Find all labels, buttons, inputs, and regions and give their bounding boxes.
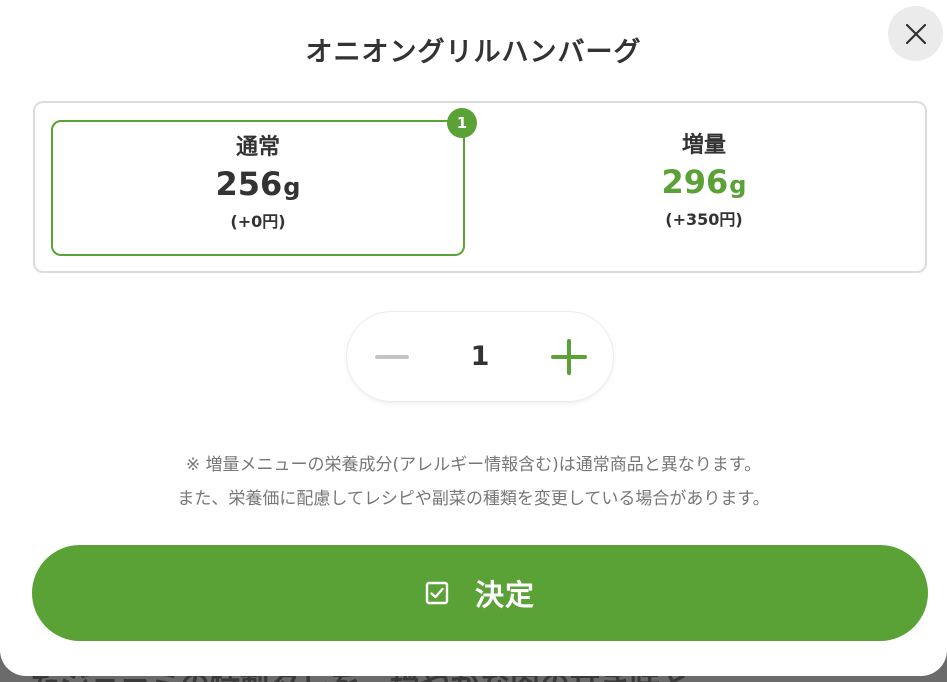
quantity-value: 1 bbox=[470, 341, 490, 372]
size-option-group: 通常 256g (+0円) 1 増量 296g (+350円) bbox=[33, 101, 927, 273]
size-option-label: 通常 bbox=[235, 135, 280, 160]
increase-button[interactable] bbox=[524, 312, 613, 401]
size-option-regular[interactable]: 通常 256g (+0円) 1 bbox=[51, 108, 477, 256]
decrease-button[interactable] bbox=[347, 312, 436, 401]
size-option-price: (+0円) bbox=[230, 212, 286, 231]
minus-icon bbox=[374, 354, 409, 359]
selected-count-badge: 1 bbox=[447, 108, 477, 138]
confirm-button[interactable]: 決定 bbox=[32, 545, 928, 641]
size-option-weight: 296g bbox=[661, 163, 747, 201]
confirm-label: 決定 bbox=[474, 580, 535, 612]
plus-icon bbox=[550, 338, 587, 375]
size-select-modal: オニオングリルハンバーグ 通常 256g (+0円) 1 増量 296g (+3… bbox=[0, 0, 947, 676]
size-option-price: (+350円) bbox=[665, 210, 743, 229]
size-option-weight: 256g bbox=[215, 165, 301, 203]
checkbox-icon bbox=[425, 581, 449, 605]
notice-line-1: ※ 増量メニューの栄養成分(アレルギー情報含む)は通常商品と異なります。 bbox=[185, 455, 762, 475]
quantity-stepper: 1 bbox=[347, 312, 613, 401]
modal-title: オニオングリルハンバーグ bbox=[305, 37, 642, 68]
size-option-large[interactable]: 増量 296g (+350円) bbox=[497, 120, 911, 256]
nutrition-notice: ※ 増量メニューの栄養成分(アレルギー情報含む)は通常商品と異なります。 また、… bbox=[0, 448, 947, 516]
notice-line-2: また、栄養価に配慮してレシピや副菜の種類を変更している場合があります。 bbox=[177, 489, 770, 509]
size-option-label: 増量 bbox=[681, 133, 726, 158]
